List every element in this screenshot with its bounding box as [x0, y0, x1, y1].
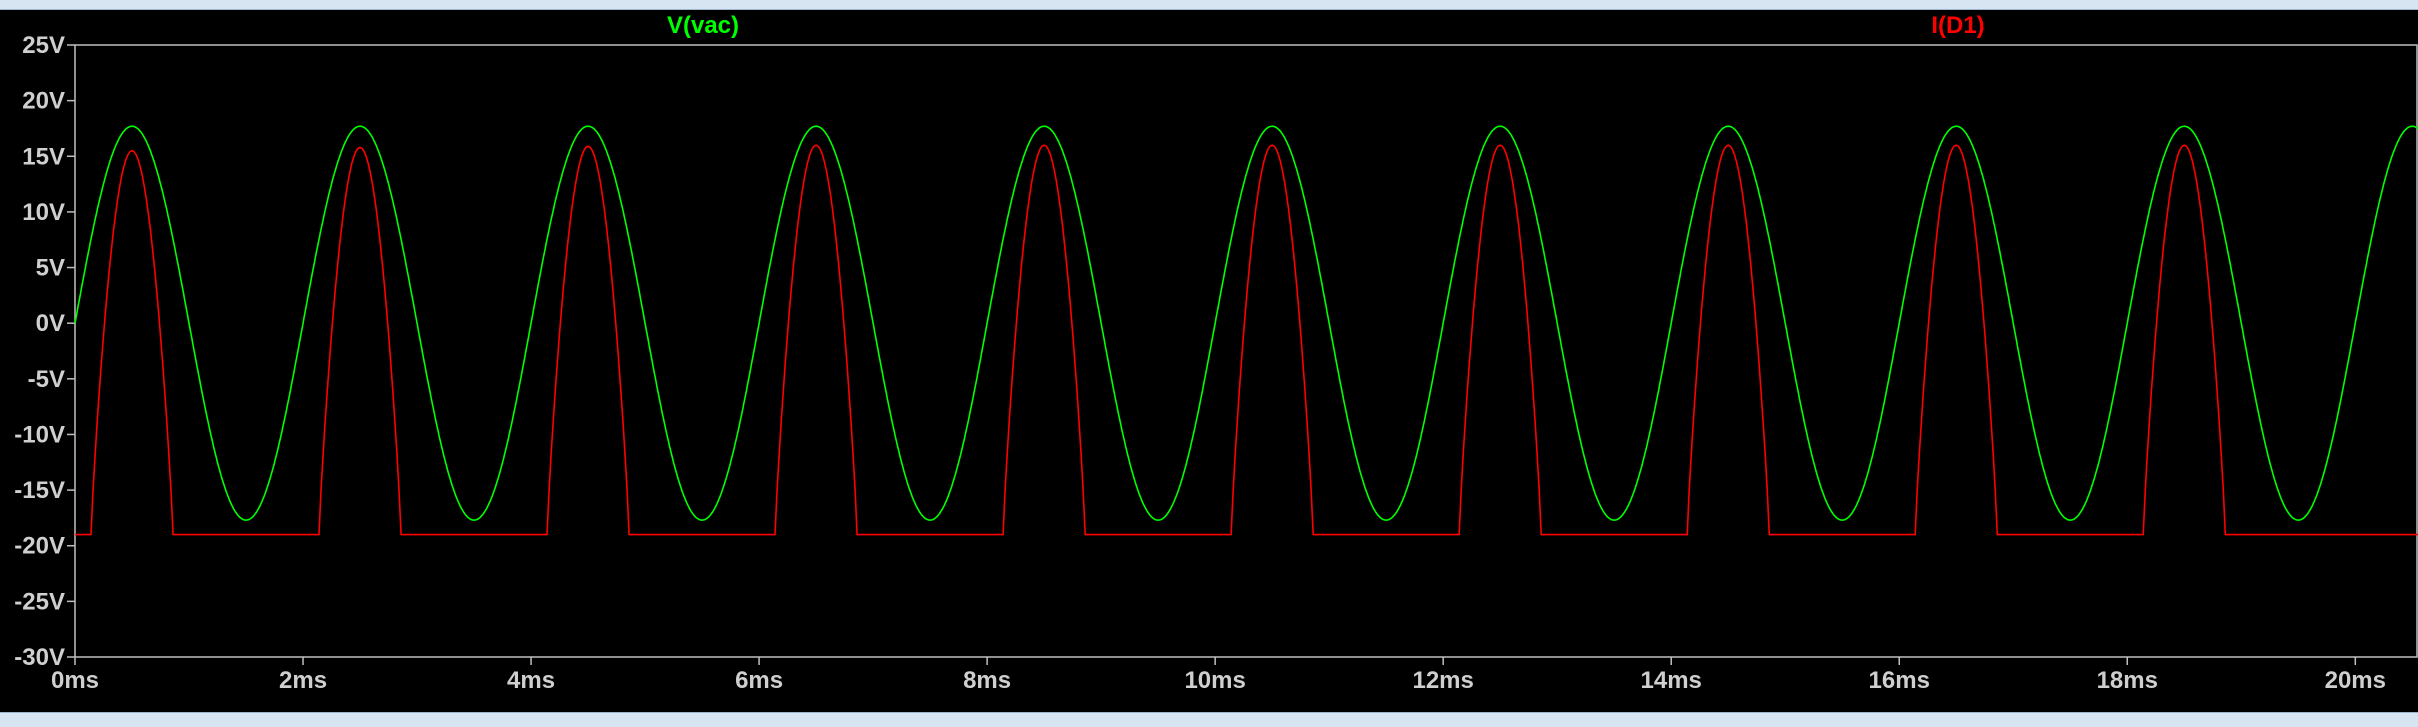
- x-tick-label: 14ms: [1641, 667, 1702, 694]
- y-tick-label: 25V: [22, 32, 65, 59]
- plot-traces: [74, 125, 2418, 536]
- x-tick-label: 12ms: [1412, 667, 1473, 694]
- y-tick-label: 0V: [36, 310, 65, 337]
- waveform-plot[interactable]: 25V20V15V10V5V0V-5V-10V-15V-20V-25V-30V0…: [0, 0, 2418, 726]
- x-tick-label: 4ms: [507, 667, 555, 694]
- x-tick-label: 18ms: [2097, 667, 2158, 694]
- y-tick-label: -10V: [14, 421, 65, 448]
- x-tick-label: 6ms: [735, 667, 783, 694]
- x-tick-label: 0ms: [51, 667, 99, 694]
- x-tick-label: 10ms: [1184, 667, 1245, 694]
- trace-v-vac[interactable]: [74, 125, 2418, 521]
- trace-labels: V(vac) I(D1): [667, 12, 1985, 39]
- y-tick-label: 5V: [36, 255, 65, 282]
- y-tick-label: -25V: [14, 588, 65, 615]
- trace-i-d1[interactable]: [75, 144, 2418, 536]
- status-bar: [0, 712, 2418, 727]
- x-tick-label: 20ms: [2325, 667, 2386, 694]
- y-tick-label: -15V: [14, 477, 65, 504]
- trace-label[interactable]: I(D1): [1931, 12, 1984, 39]
- x-tick-label: 16ms: [1869, 667, 1930, 694]
- y-tick-label: 10V: [22, 199, 65, 226]
- plot-frame: [74, 44, 2418, 658]
- x-tick-label: 8ms: [963, 667, 1011, 694]
- y-tick-label: 20V: [22, 88, 65, 115]
- trace-label[interactable]: V(vac): [667, 12, 739, 39]
- plot-axes: 25V20V15V10V5V0V-5V-10V-15V-20V-25V-30V0…: [14, 32, 2418, 694]
- y-tick-label: -20V: [14, 533, 65, 560]
- y-tick-label: -5V: [28, 366, 65, 393]
- y-tick-label: 15V: [22, 143, 65, 170]
- x-tick-label: 2ms: [279, 667, 327, 694]
